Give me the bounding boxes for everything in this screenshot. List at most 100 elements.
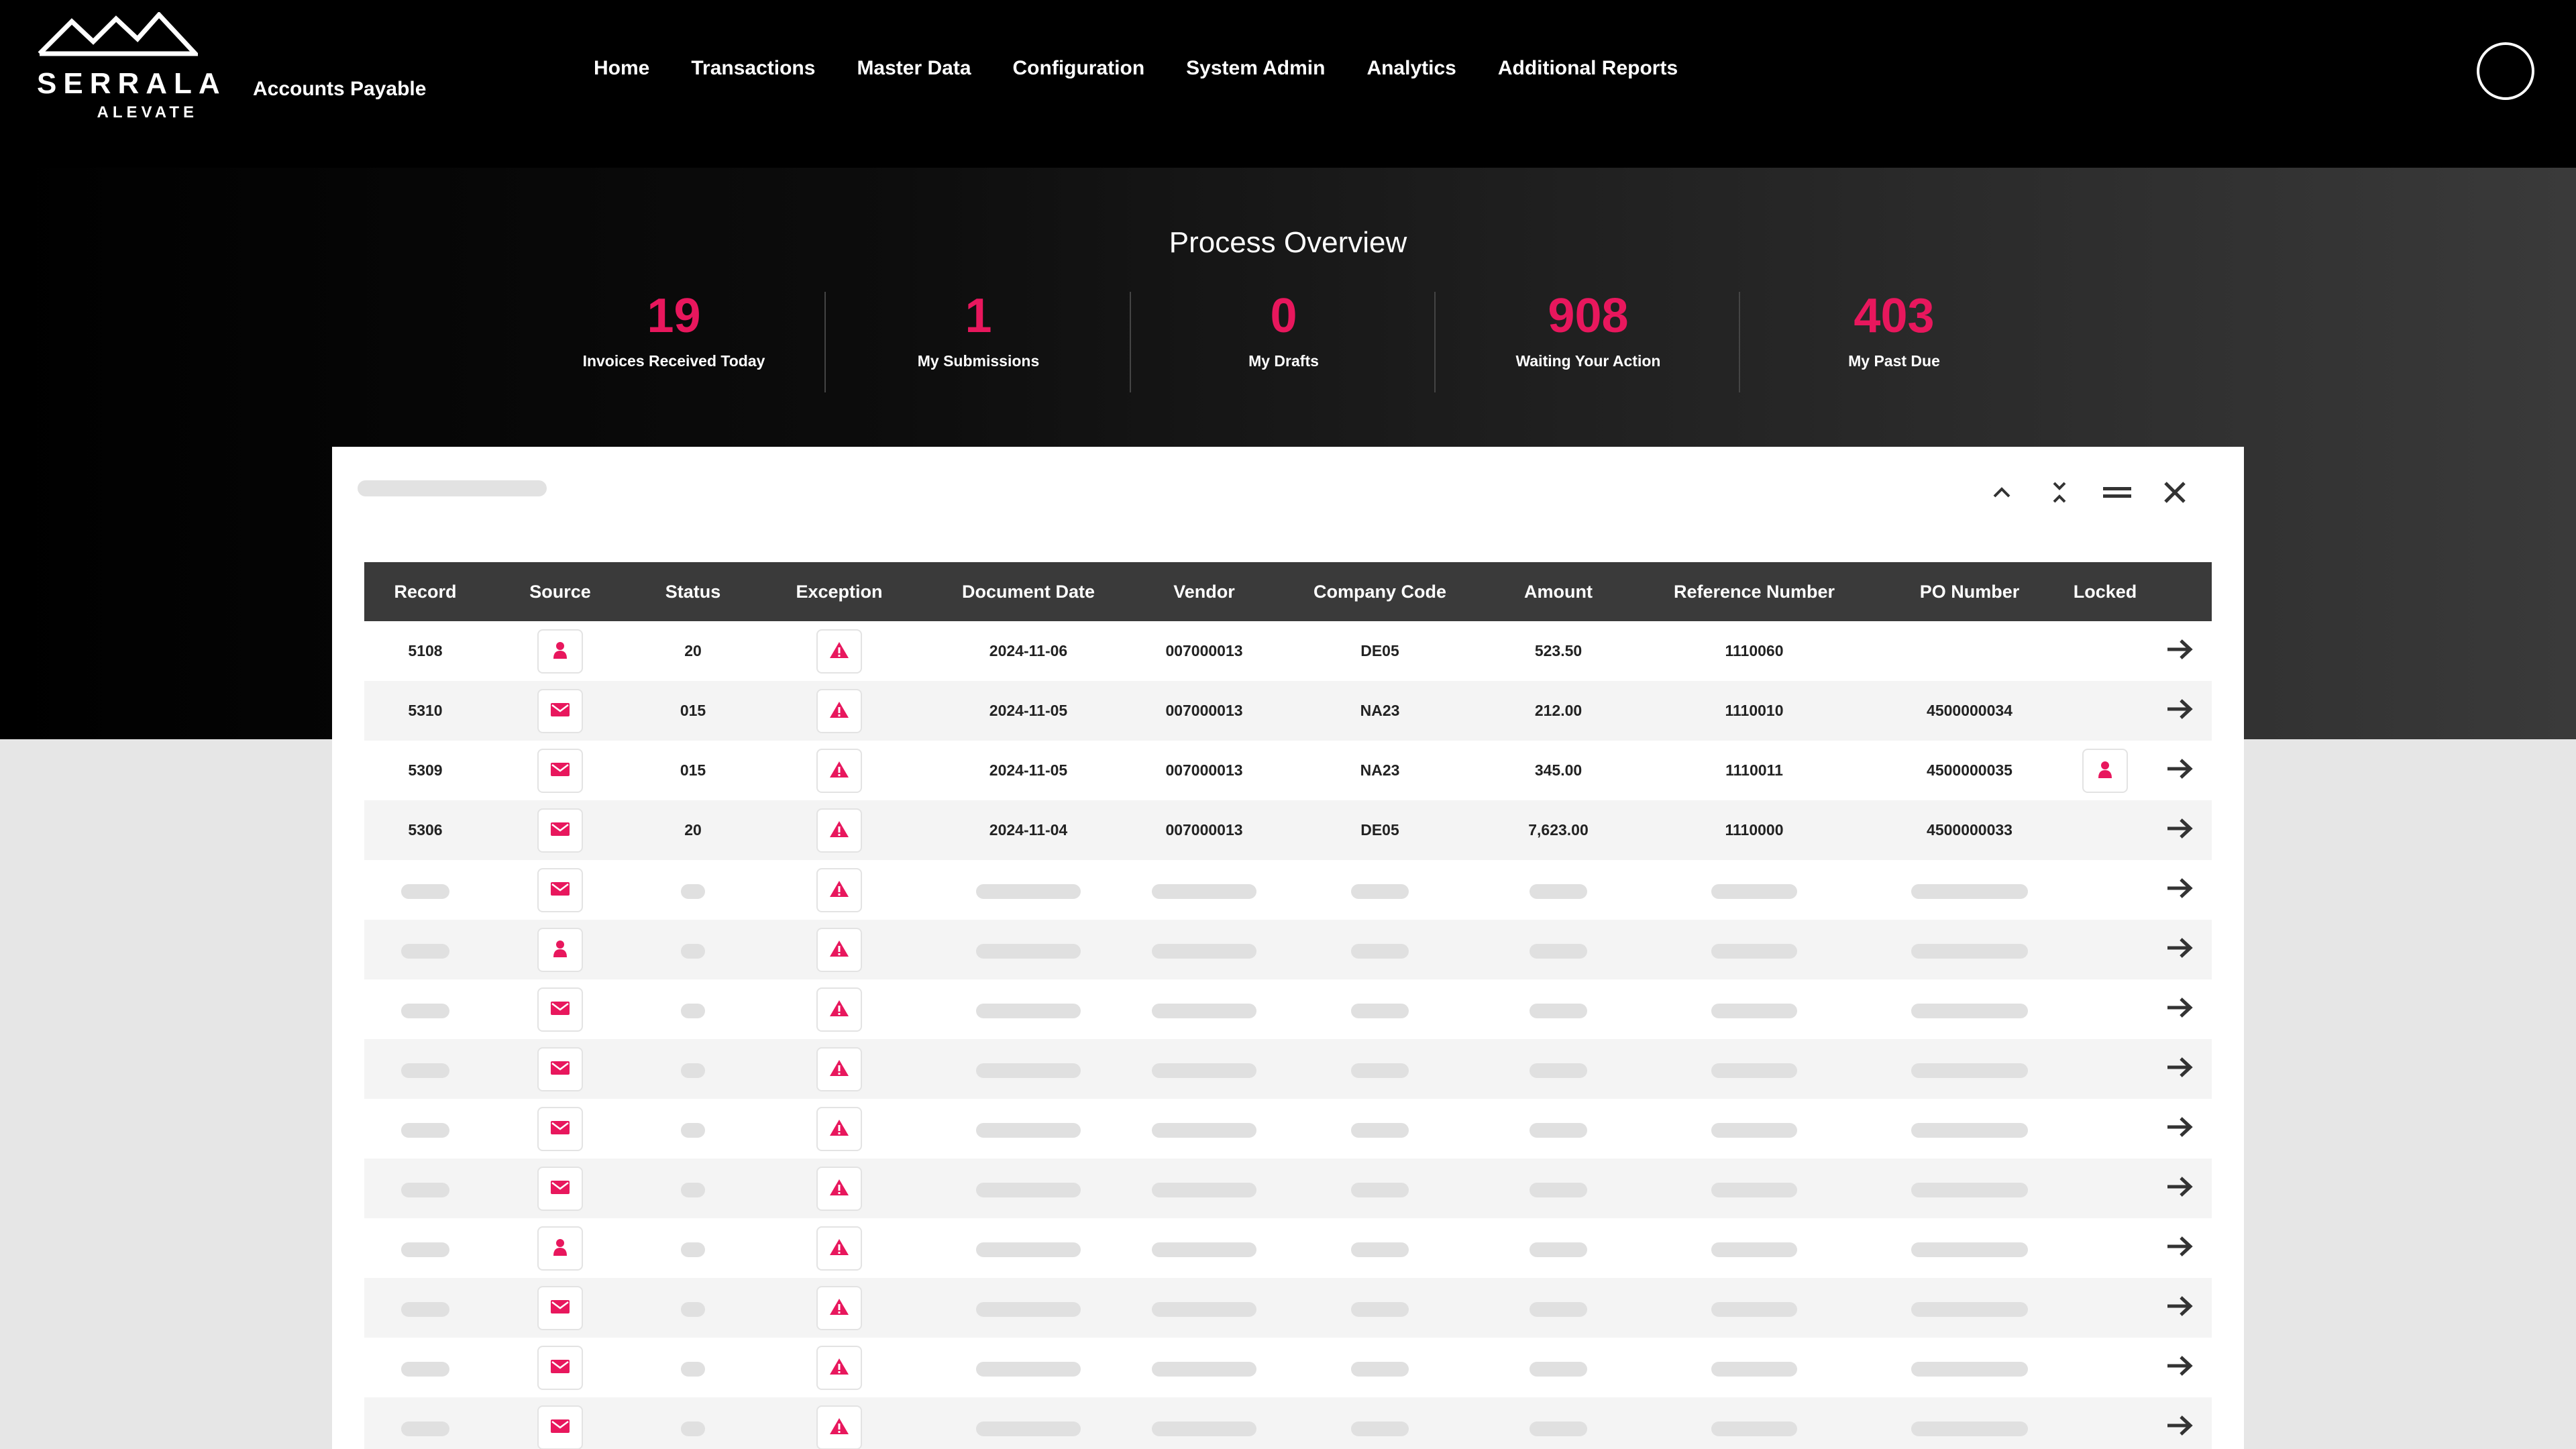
arrow-right-icon[interactable] bbox=[2165, 1114, 2194, 1140]
col-locked[interactable]: Locked bbox=[2074, 562, 2137, 621]
col-document-date[interactable]: Document Date bbox=[962, 562, 1095, 621]
arrow-right-icon[interactable] bbox=[2165, 1293, 2194, 1320]
exception-icon-button[interactable] bbox=[816, 1346, 862, 1390]
table-row[interactable]: 5310 015 2024-11-05 007000013 NA23 212.00 1110… bbox=[364, 681, 2212, 741]
kpi-value: 403 bbox=[1854, 289, 1935, 343]
arrow-right-icon[interactable] bbox=[2165, 1054, 2194, 1081]
source-icon-button[interactable] bbox=[537, 1346, 583, 1390]
nav-system-admin[interactable]: System Admin bbox=[1186, 57, 1325, 80]
kpi-invoices-today[interactable]: 19 Invoices Received Today bbox=[521, 292, 826, 399]
source-icon-button[interactable] bbox=[537, 689, 583, 733]
exception-icon-button[interactable] bbox=[816, 629, 862, 674]
arrow-right-icon[interactable] bbox=[2165, 934, 2194, 961]
arrow-right-icon[interactable] bbox=[2165, 815, 2194, 842]
amount-placeholder bbox=[1529, 944, 1587, 959]
arrow-right-icon[interactable] bbox=[2165, 1412, 2194, 1439]
table-row-loading[interactable] bbox=[364, 1039, 2212, 1099]
col-record[interactable]: Record bbox=[394, 562, 456, 621]
source-icon-button[interactable] bbox=[537, 1047, 583, 1091]
source-icon-button[interactable] bbox=[537, 1226, 583, 1271]
table-row-loading[interactable] bbox=[364, 1338, 2212, 1397]
kpi-value: 0 bbox=[1270, 289, 1297, 343]
source-icon-button[interactable] bbox=[537, 987, 583, 1032]
arrow-right-icon[interactable] bbox=[2165, 755, 2194, 782]
exception-icon-button[interactable] bbox=[816, 1047, 862, 1091]
status-placeholder bbox=[681, 1183, 705, 1197]
col-status[interactable]: Status bbox=[665, 562, 721, 621]
arrow-right-icon[interactable] bbox=[2165, 1173, 2194, 1200]
exception-icon-button[interactable] bbox=[816, 987, 862, 1032]
table-row[interactable]: 5108 20 2024-11-06 007000013 DE05 523.50 11100… bbox=[364, 621, 2212, 681]
arrow-right-icon[interactable] bbox=[2165, 994, 2194, 1021]
table-row-loading[interactable] bbox=[364, 1099, 2212, 1159]
arrow-right-icon[interactable] bbox=[2165, 636, 2194, 663]
user-avatar[interactable] bbox=[2477, 42, 2534, 100]
exception-icon-button[interactable] bbox=[816, 689, 862, 733]
brand-subname: ALEVATE bbox=[97, 103, 198, 121]
table-row[interactable]: 5309 015 2024-11-05 007000013 NA23 345.00 1110… bbox=[364, 741, 2212, 800]
col-source[interactable]: Source bbox=[529, 562, 591, 621]
company-code-placeholder bbox=[1351, 1063, 1409, 1078]
source-icon-button[interactable] bbox=[537, 629, 583, 674]
exception-icon-button[interactable] bbox=[816, 928, 862, 972]
kpi-my-drafts[interactable]: 0 My Drafts bbox=[1131, 292, 1436, 399]
arrow-right-icon[interactable] bbox=[2165, 696, 2194, 722]
col-po-number[interactable]: PO Number bbox=[1920, 562, 2020, 621]
locked-by-user-button[interactable] bbox=[2082, 749, 2128, 793]
source-icon-button[interactable] bbox=[537, 749, 583, 793]
exception-icon-button[interactable] bbox=[816, 868, 862, 912]
warning-icon bbox=[828, 999, 850, 1021]
exception-icon-button[interactable] bbox=[816, 1286, 862, 1330]
table-row-loading[interactable] bbox=[364, 860, 2212, 920]
arrow-right-icon[interactable] bbox=[2165, 1352, 2194, 1379]
chevron-up-icon[interactable] bbox=[1973, 472, 2031, 513]
nav-master-data[interactable]: Master Data bbox=[857, 57, 971, 80]
po-number-placeholder bbox=[1911, 1302, 2028, 1317]
table-row-loading[interactable] bbox=[364, 1218, 2212, 1278]
table-row-loading[interactable] bbox=[364, 920, 2212, 979]
exception-icon-button[interactable] bbox=[816, 1405, 862, 1449]
kpi-past-due[interactable]: 403 My Past Due bbox=[1741, 292, 2047, 399]
col-reference-number[interactable]: Reference Number bbox=[1674, 562, 1835, 621]
document-date-placeholder bbox=[976, 1421, 1081, 1436]
serrala-logo[interactable]: SERRALA ALEVATE bbox=[37, 12, 220, 121]
warning-icon bbox=[828, 1059, 850, 1081]
table-row-loading[interactable] bbox=[364, 1278, 2212, 1338]
source-icon-button[interactable] bbox=[537, 1167, 583, 1211]
table-row-loading[interactable] bbox=[364, 979, 2212, 1039]
exception-icon-button[interactable] bbox=[816, 749, 862, 793]
col-company-code[interactable]: Company Code bbox=[1313, 562, 1446, 621]
exception-icon-button[interactable] bbox=[816, 1167, 862, 1211]
source-icon-button[interactable] bbox=[537, 868, 583, 912]
table-row-loading[interactable] bbox=[364, 1397, 2212, 1449]
table-row-loading[interactable] bbox=[364, 1159, 2212, 1218]
kpi-my-submissions[interactable]: 1 My Submissions bbox=[826, 292, 1131, 399]
vendor-placeholder bbox=[1152, 1421, 1256, 1436]
close-icon[interactable] bbox=[2146, 472, 2204, 513]
source-icon-button[interactable] bbox=[537, 1405, 583, 1449]
col-amount[interactable]: Amount bbox=[1524, 562, 1593, 621]
arrow-right-icon[interactable] bbox=[2165, 875, 2194, 902]
menu-icon[interactable] bbox=[2088, 472, 2146, 513]
col-exception[interactable]: Exception bbox=[796, 562, 882, 621]
exception-icon-button[interactable] bbox=[816, 1107, 862, 1151]
exception-icon-button[interactable] bbox=[816, 1226, 862, 1271]
source-icon-button[interactable] bbox=[537, 808, 583, 853]
company-code-cell: DE05 bbox=[1360, 642, 1399, 659]
source-icon-button[interactable] bbox=[537, 928, 583, 972]
exception-icon-button[interactable] bbox=[816, 808, 862, 853]
kpi-waiting-action[interactable]: 908 Waiting Your Action bbox=[1436, 292, 1741, 399]
source-icon-button[interactable] bbox=[537, 1286, 583, 1330]
nav-transactions[interactable]: Transactions bbox=[691, 57, 815, 80]
nav-additional-reports[interactable]: Additional Reports bbox=[1498, 57, 1678, 80]
nav-configuration[interactable]: Configuration bbox=[1013, 57, 1145, 80]
arrow-right-icon[interactable] bbox=[2165, 1233, 2194, 1260]
user-icon bbox=[2098, 761, 2112, 782]
collapse-icon[interactable] bbox=[2031, 472, 2088, 513]
nav-home[interactable]: Home bbox=[594, 57, 649, 80]
company-code-placeholder bbox=[1351, 1421, 1409, 1436]
source-icon-button[interactable] bbox=[537, 1107, 583, 1151]
nav-analytics[interactable]: Analytics bbox=[1366, 57, 1456, 80]
table-row[interactable]: 5306 20 2024-11-04 007000013 DE05 7,623.00 111… bbox=[364, 800, 2212, 860]
col-vendor[interactable]: Vendor bbox=[1173, 562, 1235, 621]
